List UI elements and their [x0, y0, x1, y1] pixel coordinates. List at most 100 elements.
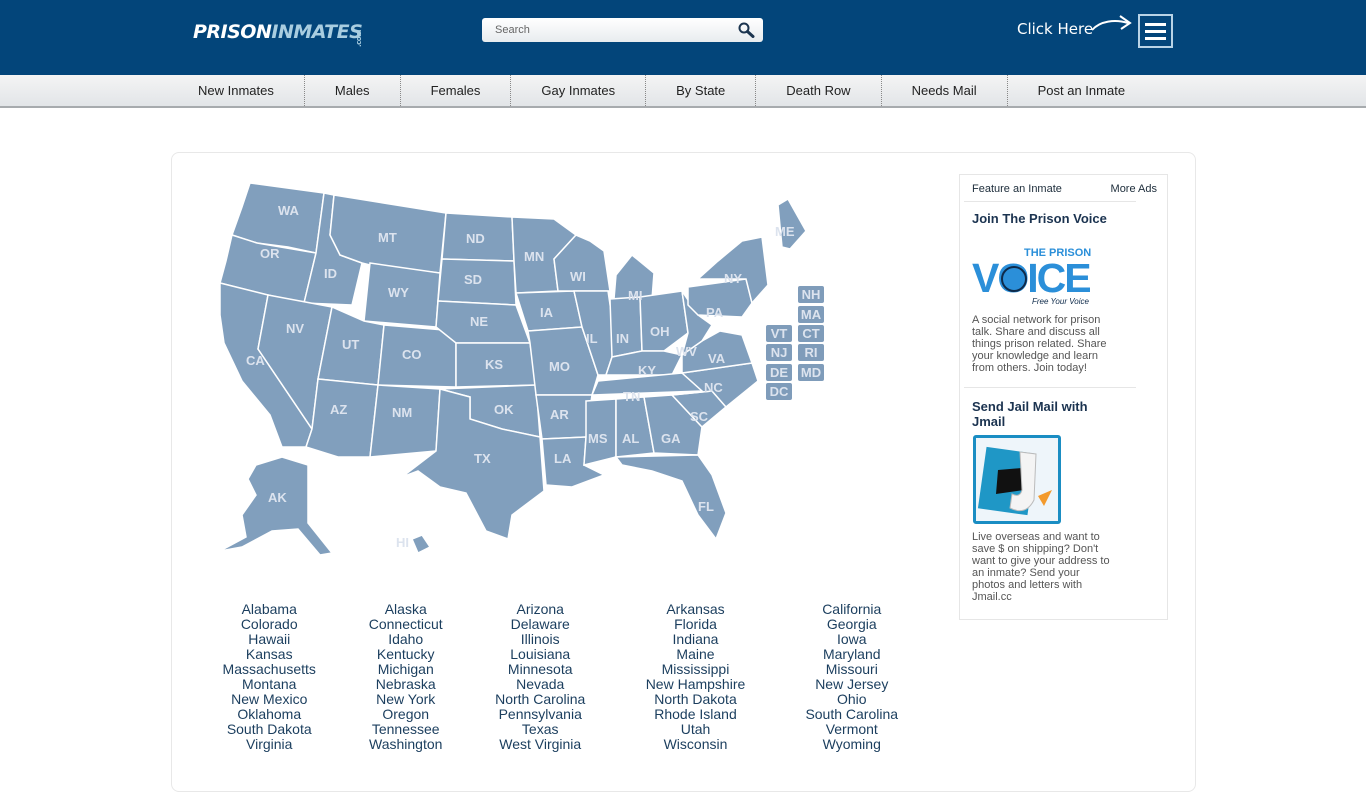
- state-NM[interactable]: [369, 384, 441, 458]
- label-AK: AK: [268, 490, 287, 505]
- state-link[interactable]: New York: [376, 692, 435, 707]
- nav-males[interactable]: Males: [305, 75, 401, 106]
- state-box-DE[interactable]: DE: [766, 364, 792, 381]
- nav-post-an-inmate[interactable]: Post an Inmate: [1008, 75, 1155, 106]
- state-link[interactable]: Delaware: [511, 617, 570, 632]
- state-link[interactable]: Arkansas: [666, 602, 724, 617]
- state-link[interactable]: Illinois: [521, 632, 560, 647]
- state-link[interactable]: Louisiana: [510, 647, 570, 662]
- state-link[interactable]: Oklahoma: [237, 707, 301, 722]
- label-NE: NE: [470, 314, 488, 329]
- state-link[interactable]: Texas: [522, 722, 559, 737]
- state-box-VT[interactable]: VT: [766, 325, 792, 342]
- state-HI[interactable]: [411, 534, 432, 555]
- state-link[interactable]: New Jersey: [815, 677, 888, 692]
- state-link[interactable]: Vermont: [826, 722, 878, 737]
- ad-title[interactable]: Join The Prison Voice: [972, 211, 1112, 226]
- state-link[interactable]: Mississippi: [662, 662, 730, 677]
- state-AK[interactable]: [219, 456, 334, 556]
- state-OH[interactable]: [639, 290, 689, 352]
- state-link[interactable]: Massachusetts: [223, 662, 316, 677]
- state-FL[interactable]: [614, 454, 727, 541]
- label-TX: TX: [474, 451, 491, 466]
- nav-death-row[interactable]: Death Row: [756, 75, 882, 106]
- state-link[interactable]: California: [822, 602, 881, 617]
- state-box-CT[interactable]: CT: [798, 325, 824, 342]
- state-link[interactable]: Minnesota: [508, 662, 573, 677]
- state-link[interactable]: Connecticut: [369, 617, 443, 632]
- state-link[interactable]: North Carolina: [495, 692, 585, 707]
- more-ads-link[interactable]: More Ads: [1111, 183, 1157, 195]
- state-box-MD[interactable]: MD: [798, 364, 824, 381]
- state-link[interactable]: North Dakota: [654, 692, 736, 707]
- state-link[interactable]: Nevada: [516, 677, 564, 692]
- label-AR: AR: [550, 407, 569, 422]
- site-logo[interactable]: PRISONINMATES.com: [193, 19, 379, 47]
- state-link[interactable]: Wyoming: [823, 737, 881, 752]
- label-CO: CO: [402, 347, 422, 362]
- state-link[interactable]: Tennessee: [372, 722, 440, 737]
- state-link[interactable]: New Hampshire: [646, 677, 746, 692]
- state-box-NH[interactable]: NH: [798, 286, 824, 303]
- state-link[interactable]: Florida: [674, 617, 717, 632]
- nav-gay-inmates[interactable]: Gay Inmates: [511, 75, 647, 106]
- label-KS: KS: [485, 357, 503, 372]
- state-link[interactable]: Arizona: [516, 602, 563, 617]
- state-link[interactable]: West Virginia: [499, 737, 581, 752]
- state-link[interactable]: Indiana: [673, 632, 719, 647]
- state-box-DC[interactable]: DC: [766, 383, 792, 400]
- state-link[interactable]: Iowa: [837, 632, 867, 647]
- state-link[interactable]: Michigan: [378, 662, 434, 677]
- label-LA: LA: [554, 451, 572, 466]
- feature-an-inmate-link[interactable]: Feature an Inmate: [972, 183, 1062, 195]
- state-link[interactable]: South Carolina: [805, 707, 898, 722]
- state-box-NJ[interactable]: NJ: [766, 344, 792, 361]
- nav-needs-mail[interactable]: Needs Mail: [882, 75, 1008, 106]
- ad-title[interactable]: Send Jail Mail with Jmail: [972, 399, 1112, 429]
- state-box-MA[interactable]: MA: [798, 306, 824, 323]
- state-link[interactable]: Montana: [242, 677, 296, 692]
- state-link[interactable]: Virginia: [246, 737, 292, 752]
- label-AL: AL: [622, 431, 639, 446]
- state-link[interactable]: Georgia: [827, 617, 877, 632]
- nav-females[interactable]: Females: [401, 75, 512, 106]
- label-NY: NY: [724, 271, 742, 286]
- state-link[interactable]: Wisconsin: [664, 737, 728, 752]
- state-link[interactable]: Alaska: [385, 602, 427, 617]
- state-link[interactable]: New Mexico: [231, 692, 307, 707]
- state-link[interactable]: South Dakota: [227, 722, 312, 737]
- sidebar-header: Feature an Inmate More Ads: [960, 175, 1169, 201]
- speech-bubble-icon: [1001, 266, 1027, 292]
- state-link[interactable]: Alabama: [242, 602, 297, 617]
- state-IN[interactable]: [609, 296, 643, 358]
- divider: [964, 387, 1136, 388]
- state-link[interactable]: Maine: [676, 647, 714, 662]
- jmail-logo[interactable]: [973, 435, 1061, 524]
- state-link[interactable]: Rhode Island: [654, 707, 737, 722]
- search-input[interactable]: [482, 18, 732, 42]
- state-link[interactable]: Maryland: [823, 647, 881, 662]
- state-link[interactable]: Kansas: [246, 647, 293, 662]
- label-TN: TN: [623, 389, 640, 404]
- state-link[interactable]: Kentucky: [377, 647, 435, 662]
- nav-by-state[interactable]: By State: [646, 75, 757, 106]
- label-IL: IL: [586, 331, 598, 346]
- state-link[interactable]: Colorado: [241, 617, 298, 632]
- state-link[interactable]: Washington: [369, 737, 442, 752]
- state-link[interactable]: Oregon: [382, 707, 429, 722]
- hamburger-menu-icon[interactable]: [1138, 14, 1173, 48]
- nav-new-inmates[interactable]: New Inmates: [168, 75, 305, 106]
- state-link[interactable]: Missouri: [826, 662, 878, 677]
- search-icon[interactable]: [737, 22, 755, 38]
- label-KY: KY: [638, 363, 656, 378]
- label-SD: SD: [464, 272, 482, 287]
- state-link[interactable]: Utah: [681, 722, 711, 737]
- state-AZ[interactable]: [305, 378, 379, 458]
- prison-voice-logo[interactable]: THE PRISON VOICE Free Your Voice: [972, 245, 1096, 307]
- state-box-RI[interactable]: RI: [798, 344, 824, 361]
- state-link[interactable]: Hawaii: [248, 632, 290, 647]
- state-link[interactable]: Idaho: [388, 632, 423, 647]
- state-link[interactable]: Nebraska: [376, 677, 436, 692]
- state-link[interactable]: Ohio: [837, 692, 867, 707]
- state-link[interactable]: Pennsylvania: [499, 707, 582, 722]
